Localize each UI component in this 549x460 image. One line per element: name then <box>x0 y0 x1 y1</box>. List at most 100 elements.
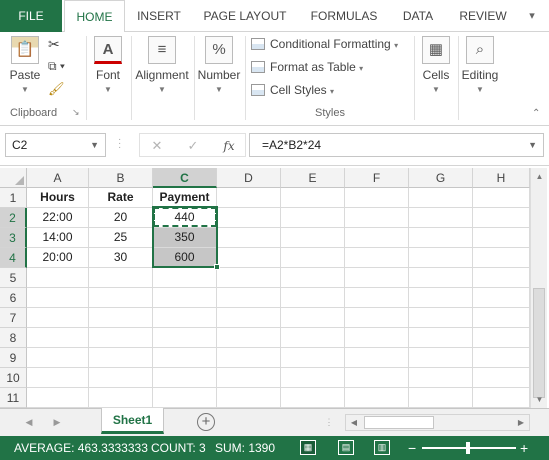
previous-sheet-icon[interactable]: ◀ <box>22 415 36 429</box>
cell-d8[interactable] <box>217 328 281 348</box>
cell-f5[interactable] <box>345 268 409 288</box>
tab-file[interactable]: FILE <box>0 0 62 32</box>
cell-d9[interactable] <box>217 348 281 368</box>
cell-c9[interactable] <box>153 348 217 368</box>
column-header-h[interactable]: H <box>473 168 530 188</box>
cell-h11[interactable] <box>473 388 530 408</box>
cell-g4[interactable] <box>409 248 473 268</box>
cell-d5[interactable] <box>217 268 281 288</box>
tab-formulas[interactable]: FORMULAS <box>303 0 385 32</box>
tab-insert[interactable]: INSERT <box>129 0 189 32</box>
zoom-slider-knob[interactable] <box>466 442 470 454</box>
row-header-8[interactable]: 8 <box>0 328 27 348</box>
cell-b7[interactable] <box>89 308 153 328</box>
row-header-10[interactable]: 10 <box>0 368 27 388</box>
cell-a5[interactable] <box>27 268 89 288</box>
format-as-table-button[interactable]: Format as Table ▾ <box>251 60 363 74</box>
cell-a4[interactable]: 20:00 <box>27 248 89 268</box>
cell-e8[interactable] <box>281 328 345 348</box>
cell-d4[interactable] <box>217 248 281 268</box>
cell-g8[interactable] <box>409 328 473 348</box>
formula-input[interactable]: =A2*B2*24 ▼ <box>249 133 544 157</box>
cell-e7[interactable] <box>281 308 345 328</box>
cell-e5[interactable] <box>281 268 345 288</box>
cell-c10[interactable] <box>153 368 217 388</box>
horizontal-scrollbar[interactable]: ◀ ▶ <box>345 414 530 431</box>
cell-c4[interactable]: 600 <box>153 248 217 268</box>
cell-f4[interactable] <box>345 248 409 268</box>
cell-a10[interactable] <box>27 368 89 388</box>
worksheet-grid[interactable]: A B C D E F G H 1 Hours Rate Payment 2 22:00 20 440 3 14:… <box>0 166 549 408</box>
normal-view-icon[interactable]: ▦ <box>300 440 316 455</box>
cell-a8[interactable] <box>27 328 89 348</box>
cell-f10[interactable] <box>345 368 409 388</box>
cell-e9[interactable] <box>281 348 345 368</box>
cell-g7[interactable] <box>409 308 473 328</box>
cell-g10[interactable] <box>409 368 473 388</box>
editing-button[interactable]: ⌕ Editing ▼ <box>460 36 500 94</box>
row-header-3[interactable]: 3 <box>0 228 27 248</box>
cell-b6[interactable] <box>89 288 153 308</box>
cell-d11[interactable] <box>217 388 281 408</box>
cell-c1[interactable]: Payment <box>153 188 217 208</box>
column-header-a[interactable]: A <box>27 168 89 188</box>
cell-c8[interactable] <box>153 328 217 348</box>
cell-d1[interactable] <box>217 188 281 208</box>
cell-a9[interactable] <box>27 348 89 368</box>
collapse-ribbon-icon[interactable]: ⌃ <box>532 108 540 119</box>
row-header-11[interactable]: 11 <box>0 388 27 408</box>
page-break-view-icon[interactable]: ▥ <box>374 440 390 455</box>
cell-h5[interactable] <box>473 268 530 288</box>
row-header-5[interactable]: 5 <box>0 268 27 288</box>
cell-b9[interactable] <box>89 348 153 368</box>
cells-button[interactable]: ▦ Cells ▼ <box>417 36 455 94</box>
tab-scroll-right-button[interactable]: ▾ <box>520 0 544 32</box>
column-header-f[interactable]: F <box>345 168 409 188</box>
conditional-formatting-button[interactable]: Conditional Formatting ▾ <box>251 37 398 51</box>
cell-h4[interactable] <box>473 248 530 268</box>
vertical-scroll-thumb[interactable] <box>533 288 545 398</box>
cell-f8[interactable] <box>345 328 409 348</box>
horizontal-scroll-thumb[interactable] <box>364 416 434 429</box>
alignment-button[interactable]: ≡ Alignment ▼ <box>133 36 191 94</box>
cell-styles-button[interactable]: Cell Styles ▾ <box>251 83 334 97</box>
cell-b1[interactable]: Rate <box>89 188 153 208</box>
select-all-button[interactable] <box>0 168 27 188</box>
cell-h7[interactable] <box>473 308 530 328</box>
cell-h6[interactable] <box>473 288 530 308</box>
format-painter-button[interactable]: 🖌 <box>48 81 65 97</box>
cell-b11[interactable] <box>89 388 153 408</box>
cell-e1[interactable] <box>281 188 345 208</box>
cut-button[interactable]: ✂ <box>48 36 60 53</box>
column-header-c[interactable]: C <box>153 168 217 188</box>
add-sheet-icon[interactable]: + <box>197 413 215 431</box>
formula-bar-resize-handle[interactable]: · · · <box>118 135 124 153</box>
column-header-e[interactable]: E <box>281 168 345 188</box>
fill-handle[interactable] <box>214 264 220 270</box>
sheet-tab-sheet1[interactable]: Sheet1 <box>101 408 164 434</box>
row-header-7[interactable]: 7 <box>0 308 27 328</box>
column-header-d[interactable]: D <box>217 168 281 188</box>
tab-home[interactable]: HOME <box>64 0 125 33</box>
cell-c11[interactable] <box>153 388 217 408</box>
enter-check-icon[interactable]: ✓ <box>182 137 204 155</box>
cell-d2[interactable] <box>217 208 281 228</box>
cell-e4[interactable] <box>281 248 345 268</box>
scroll-down-arrow-icon[interactable]: ▼ <box>531 391 548 408</box>
vertical-scrollbar[interactable]: ▲ ▼ <box>530 168 547 408</box>
tab-page-layout[interactable]: PAGE LAYOUT <box>195 0 295 32</box>
cell-c7[interactable] <box>153 308 217 328</box>
cell-c5[interactable] <box>153 268 217 288</box>
cell-h8[interactable] <box>473 328 530 348</box>
cell-h3[interactable] <box>473 228 530 248</box>
cell-a6[interactable] <box>27 288 89 308</box>
name-box[interactable]: C2 ▼ <box>5 133 106 157</box>
cell-a11[interactable] <box>27 388 89 408</box>
cell-f7[interactable] <box>345 308 409 328</box>
cell-e10[interactable] <box>281 368 345 388</box>
cell-d3[interactable] <box>217 228 281 248</box>
scroll-left-arrow-icon[interactable]: ◀ <box>346 415 362 430</box>
cell-c3[interactable]: 350 <box>153 228 217 248</box>
cell-b4[interactable]: 30 <box>89 248 153 268</box>
cell-g5[interactable] <box>409 268 473 288</box>
